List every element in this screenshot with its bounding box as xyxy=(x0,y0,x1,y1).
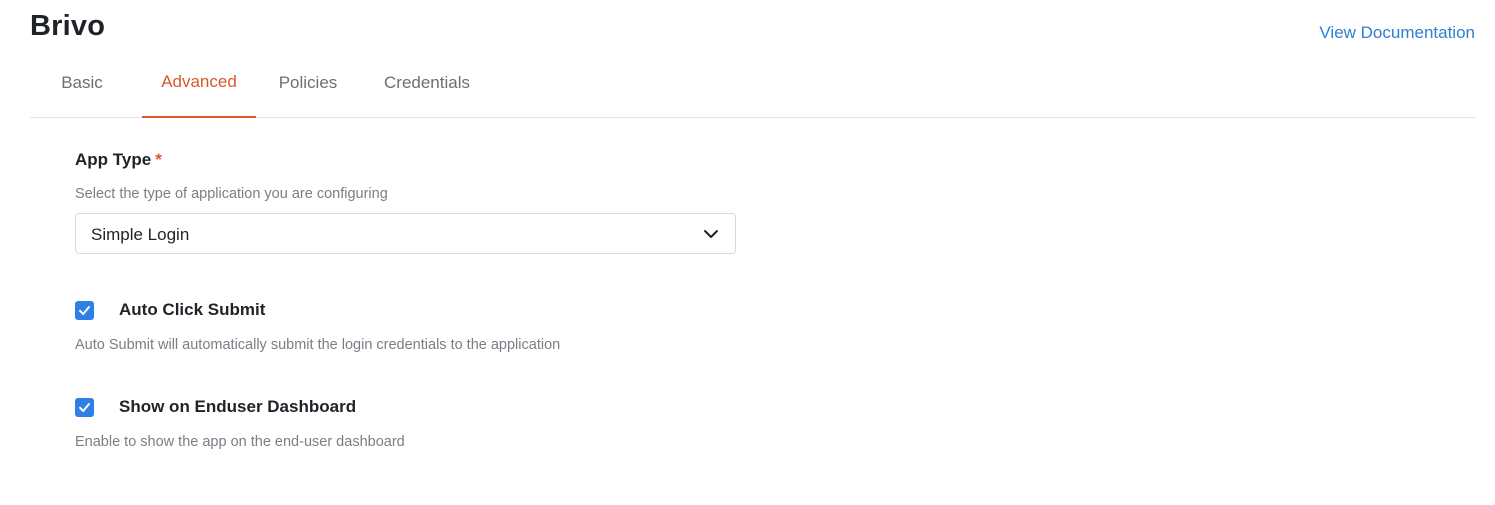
tab-bar: Basic Advanced Policies Credentials xyxy=(30,48,1476,118)
view-documentation-link[interactable]: View Documentation xyxy=(1319,23,1475,43)
auto-click-submit-toggle[interactable]: Auto Click Submit xyxy=(75,299,265,321)
show-on-dashboard-checkbox[interactable] xyxy=(75,397,94,417)
app-type-select[interactable]: Simple Login xyxy=(75,213,736,254)
auto-click-submit-label: Auto Click Submit xyxy=(119,300,266,319)
app-type-help: Select the type of application you are c… xyxy=(75,186,388,202)
tab-credentials[interactable]: Credentials xyxy=(370,48,484,117)
page-title: Brivo xyxy=(30,10,106,42)
auto-click-submit-checkbox[interactable] xyxy=(75,300,94,320)
tab-basic[interactable]: Basic xyxy=(46,48,118,117)
tab-advanced[interactable]: Advanced xyxy=(142,48,256,118)
tab-policies[interactable]: Policies xyxy=(270,48,346,117)
app-type-selected-value: Simple Login xyxy=(91,225,190,244)
chevron-down-icon xyxy=(704,230,718,238)
checkmark-icon xyxy=(79,305,90,315)
checkmark-icon xyxy=(79,402,90,412)
app-settings-page: Brivo View Documentation Basic Advanced … xyxy=(0,0,1495,505)
show-on-dashboard-toggle[interactable]: Show on Enduser Dashboard xyxy=(75,396,356,418)
app-type-label-text: App Type xyxy=(75,150,152,169)
show-on-dashboard-help: Enable to show the app on the end-user d… xyxy=(75,434,405,450)
auto-click-submit-help: Auto Submit will automatically submit th… xyxy=(75,337,561,353)
required-mark: * xyxy=(155,150,162,169)
show-on-dashboard-label: Show on Enduser Dashboard xyxy=(119,397,357,416)
app-type-label: App Type * xyxy=(75,150,162,170)
